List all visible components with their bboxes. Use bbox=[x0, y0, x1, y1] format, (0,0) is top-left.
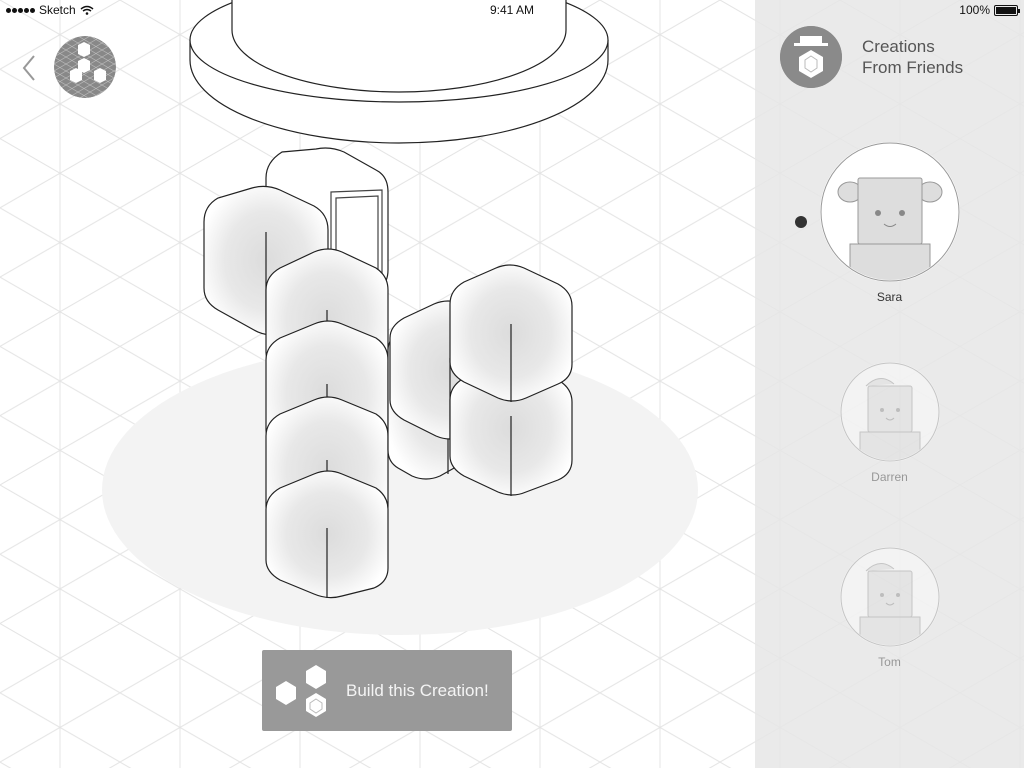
chevron-left-icon bbox=[22, 55, 35, 81]
build-creation-button[interactable]: Build this Creation! bbox=[262, 650, 512, 731]
friend-name: Sara bbox=[876, 290, 903, 304]
battery-percent: 100% bbox=[959, 3, 990, 17]
status-time: 9:41 AM bbox=[489, 3, 535, 17]
back-button[interactable] bbox=[18, 50, 42, 86]
friend-name: Darren bbox=[871, 470, 908, 484]
panel-header: Creations From Friends bbox=[780, 26, 963, 88]
panel-title-line2: From Friends bbox=[862, 58, 964, 77]
creation-thumbnail-avatar[interactable] bbox=[54, 36, 116, 98]
hexagon-cubes-icon bbox=[276, 664, 326, 717]
status-right: 100% bbox=[959, 3, 1020, 17]
friend-name: Tom bbox=[878, 655, 901, 669]
panel-title: Creations From Friends bbox=[862, 36, 963, 78]
cube bbox=[265, 470, 389, 599]
friends-panel: Creations From Friends Sara Darren Tom bbox=[755, 0, 1024, 768]
friend-avatar-darren bbox=[839, 362, 940, 462]
status-bar: Sketch 9:41 AM 100% bbox=[0, 0, 1024, 20]
friend-avatar-sara bbox=[819, 142, 960, 282]
friend-avatar-tom bbox=[839, 547, 940, 647]
panel-title-line1: Creations bbox=[862, 37, 935, 56]
cube bbox=[449, 264, 573, 402]
battery-icon bbox=[994, 4, 1020, 16]
friend-item-sara[interactable]: Sara bbox=[755, 142, 1024, 304]
creations-hat-cube-icon bbox=[780, 26, 842, 88]
friend-item-tom[interactable]: Tom bbox=[755, 547, 1024, 669]
build-button-label: Build this Creation! bbox=[346, 680, 489, 700]
friend-item-darren[interactable]: Darren bbox=[755, 362, 1024, 484]
